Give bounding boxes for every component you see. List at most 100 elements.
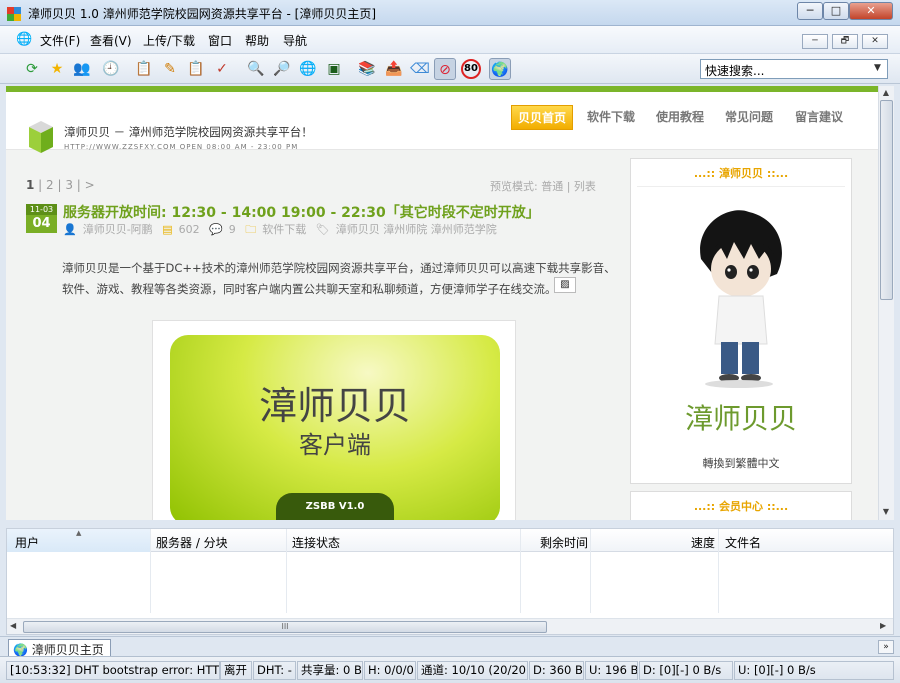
tabs-overflow-button[interactable]: » bbox=[878, 640, 894, 654]
page-1[interactable]: 1 bbox=[26, 178, 34, 192]
comments-icon: 💬 bbox=[209, 223, 223, 236]
sidebar-profile-box: ...:: 漳师贝贝 ::... 漳师贝贝 轉換到繁體中文 bbox=[630, 158, 852, 484]
horizontal-scrollbar-thumb[interactable]: III bbox=[23, 621, 547, 633]
panel-splitter[interactable] bbox=[0, 520, 900, 528]
post-views: 602 bbox=[178, 223, 200, 236]
browser-vertical-scrollbar[interactable]: ▲ ▼ bbox=[878, 86, 894, 520]
transfer-horizontal-scrollbar[interactable]: ◀ III ▶ bbox=[7, 618, 893, 634]
menu-navigate[interactable]: 导航 bbox=[283, 32, 307, 49]
status-away[interactable]: 离开 bbox=[220, 661, 252, 680]
refresh-icon[interactable]: ⟳ bbox=[21, 58, 43, 80]
menu-globe-icon[interactable]: 🌐 bbox=[16, 32, 32, 47]
hub-edit-icon[interactable]: ✎ bbox=[159, 58, 181, 80]
home-globe-icon[interactable]: 🌍 bbox=[489, 58, 511, 80]
toolbar: ⟳ ★ 👥 🕘 📋 ✎ 📋 ✓ 🔍 🔎 🌐 ▣ 📚 📤 ⌫ ⊘ 80 🌍 快速搜… bbox=[0, 54, 900, 84]
column-user[interactable]: 用户 bbox=[15, 534, 39, 551]
monitor-icon[interactable]: ▣ bbox=[323, 58, 345, 80]
network-icon[interactable]: 🌐 bbox=[297, 58, 319, 80]
clock-icon[interactable]: 🕘 bbox=[100, 58, 122, 80]
mascot-name: 漳师贝贝 bbox=[684, 402, 797, 435]
nav-faq[interactable]: 常见问题 bbox=[725, 108, 773, 125]
tag-icon: 🏷 bbox=[315, 223, 330, 236]
status-log: [10:53:32] DHT bootstrap error: HTTP/ bbox=[6, 661, 220, 680]
scroll-up-icon[interactable]: ▲ bbox=[879, 88, 893, 97]
post-tags[interactable]: 漳师贝贝 漳州师院 漳州师范学院 bbox=[336, 223, 497, 236]
post-author[interactable]: 漳师贝贝-阿鹏 bbox=[83, 223, 153, 236]
site-title: 漳师贝贝 － 漳州师范学院校园网资源共享平台！ bbox=[64, 125, 313, 139]
column-status[interactable]: 连接状态 bbox=[292, 534, 340, 551]
traditional-chinese-link[interactable]: 轉換到繁體中文 bbox=[631, 455, 851, 471]
author-icon: 👤 bbox=[63, 223, 77, 236]
menu-transfers[interactable]: 上传/下载 bbox=[143, 32, 195, 49]
hub-check-icon[interactable]: ✓ bbox=[211, 58, 233, 80]
window-title: 漳师贝贝 1.0 漳州师范学院校园网资源共享平台 - [漳师贝贝主页] bbox=[28, 7, 377, 21]
sidebar-member-box: ...:: 会员中心 ::... bbox=[630, 491, 852, 520]
library-icon[interactable]: 📚 bbox=[356, 58, 378, 80]
banner-subtitle: 客户端 bbox=[299, 431, 371, 459]
minimize-button[interactable]: ─ bbox=[797, 2, 823, 20]
tab-home-label: 漳师贝贝主页 bbox=[31, 643, 104, 657]
column-time-left[interactable]: 剩余时间 bbox=[540, 534, 588, 551]
favorite-star-icon[interactable]: ★ bbox=[46, 58, 68, 80]
scrollbar-thumb[interactable] bbox=[880, 100, 893, 300]
chevron-down-icon[interactable]: ▼ bbox=[874, 63, 881, 73]
column-divider bbox=[718, 529, 719, 613]
scroll-right-icon[interactable]: ▶ bbox=[880, 621, 886, 630]
date-day: 04 bbox=[32, 216, 51, 231]
column-divider bbox=[286, 529, 287, 613]
nav-feedback[interactable]: 留言建议 bbox=[795, 108, 843, 125]
tab-home[interactable]: 🌍 漳师贝贝主页 bbox=[8, 639, 111, 657]
quick-search-input[interactable]: 快速搜索... bbox=[700, 59, 888, 79]
menu-file[interactable]: 文件(F) bbox=[40, 32, 80, 49]
column-speed[interactable]: 速度 bbox=[691, 534, 715, 551]
mdi-minimize-button[interactable]: ─ bbox=[802, 34, 828, 49]
nav-tutorial[interactable]: 使用教程 bbox=[656, 108, 704, 125]
status-upload-rate: U: [0][-] 0 B/s bbox=[734, 661, 894, 680]
column-divider bbox=[520, 529, 521, 613]
post-comments[interactable]: 9 bbox=[229, 223, 236, 236]
app-icon bbox=[6, 6, 22, 22]
scroll-down-icon[interactable]: ▼ bbox=[879, 507, 893, 516]
member-center-title: ...:: 会员中心 ::... bbox=[693, 500, 789, 513]
sort-ascending-icon: ▲ bbox=[76, 529, 82, 537]
site-logo-icon[interactable] bbox=[28, 119, 54, 155]
pager: 1 | 2 | 3 | > bbox=[26, 178, 95, 192]
upload-icon[interactable]: 📤 bbox=[383, 58, 405, 80]
post-title[interactable]: 服务器开放时间: 12:30 - 14:00 19:00 - 22:30「其它时… bbox=[63, 202, 540, 222]
menu-window[interactable]: 窗口 bbox=[208, 32, 232, 49]
mdi-restore-button[interactable]: 🗗 bbox=[832, 34, 858, 49]
page-3[interactable]: 3 bbox=[65, 178, 73, 192]
eraser-icon[interactable]: ⌫ bbox=[409, 58, 431, 80]
menu-view[interactable]: 查看(V) bbox=[90, 32, 132, 49]
column-divider bbox=[150, 529, 151, 613]
page-2[interactable]: 2 bbox=[46, 178, 54, 192]
search-icon[interactable]: 🔍 bbox=[245, 58, 267, 80]
mdi-close-button[interactable]: ✕ bbox=[862, 34, 888, 49]
banner-title: 漳师贝贝 bbox=[258, 384, 411, 428]
column-server[interactable]: 服务器 / 分块 bbox=[156, 534, 228, 551]
scroll-left-icon[interactable]: ◀ bbox=[10, 621, 16, 630]
preview-mode[interactable]: 预览模式: 普通 | 列表 bbox=[490, 178, 596, 194]
divider bbox=[637, 186, 845, 187]
client-banner-image: 漳师贝贝 客户端 ZSBB V1.0 bbox=[170, 335, 500, 520]
site-subtitle: HTTP://WWW.ZZSFXY.COM OPEN 08:00 AM - 23… bbox=[64, 143, 299, 151]
page-next[interactable]: > bbox=[85, 178, 95, 192]
hub-add-icon[interactable]: 📋 bbox=[133, 58, 155, 80]
users-icon[interactable]: 👥 bbox=[71, 58, 93, 80]
mascot-image bbox=[689, 204, 789, 389]
speed-limit-icon[interactable]: 80 bbox=[461, 59, 481, 79]
user-search-icon[interactable]: 🔎 bbox=[271, 58, 293, 80]
banner-version: ZSBB V1.0 bbox=[276, 493, 394, 520]
block-icon[interactable]: ⊘ bbox=[434, 58, 456, 80]
status-slots: 通道: 10/10 (20/20) bbox=[417, 661, 528, 680]
post-category[interactable]: 软件下载 bbox=[262, 223, 306, 236]
maximize-button[interactable]: □ bbox=[823, 2, 849, 20]
menu-help[interactable]: 帮助 bbox=[245, 32, 269, 49]
column-filename[interactable]: 文件名 bbox=[725, 534, 761, 551]
date-badge: 11-03 04 bbox=[26, 204, 57, 233]
nav-software[interactable]: 软件下载 bbox=[587, 108, 635, 125]
hub-remove-icon[interactable]: 📋 bbox=[185, 58, 207, 80]
transfer-header: ▲ 用户 服务器 / 分块 连接状态 剩余时间 速度 文件名 bbox=[7, 529, 893, 552]
nav-home[interactable]: 贝贝首页 bbox=[511, 105, 574, 130]
close-button[interactable]: ✕ bbox=[849, 2, 893, 20]
